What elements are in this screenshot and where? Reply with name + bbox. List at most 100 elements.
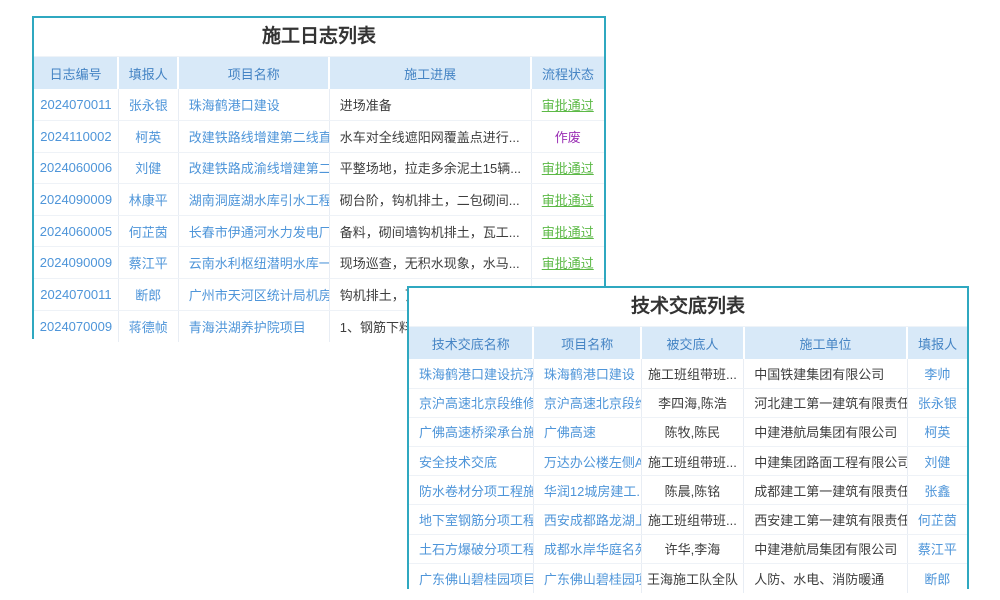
log-col-header-project: 项目名称 [178, 57, 329, 89]
disclosure-table-row[interactable]: 广佛高速桥梁承台施... 广佛高速 陈牧,陈民 中建港航局集团有限公司 柯英 [409, 417, 967, 446]
disclosure-reporter-cell[interactable]: 张永银 [907, 388, 967, 417]
log-reporter-cell[interactable]: 张永银 [118, 89, 178, 121]
log-table-row[interactable]: 2024070011 张永银 珠海鹤港口建设 进场准备 审批通过 [34, 89, 604, 121]
disclosure-project-link[interactable]: 成都水岸华庭名苑... [533, 534, 641, 563]
disclosure-header-row: 技术交底名称 项目名称 被交底人 施工单位 填报人 [409, 327, 967, 359]
disclosure-reporter-cell[interactable]: 李帅 [907, 359, 967, 388]
disclosure-unit-cell: 人防、水电、消防暖通 [744, 563, 907, 592]
disclosure-name-link[interactable]: 京沪高速北京段维修... [409, 388, 533, 417]
disclosure-table-row[interactable]: 地下室钢筋分项工程... 西安成都路龙湖上... 施工班组带班... 西安建工第… [409, 505, 967, 534]
technical-disclosure-panel: 技术交底列表 技术交底名称 项目名称 被交底人 施工单位 填报人 珠海鹤港口建设… [407, 286, 969, 589]
log-id-link[interactable]: 2024070011 [34, 279, 118, 311]
log-project-link[interactable]: 云南水利枢纽潜明水库一... [178, 247, 329, 279]
disclosure-reporter-cell[interactable]: 蔡江平 [907, 534, 967, 563]
disclosure-name-link[interactable]: 防水卷材分项工程施... [409, 476, 533, 505]
log-project-link[interactable]: 改建铁路成渝线增建第二... [178, 152, 329, 184]
disclosure-reporter-cell[interactable]: 柯英 [907, 417, 967, 446]
disclosure-reporter-cell[interactable]: 刘健 [907, 447, 967, 476]
disclosure-project-link[interactable]: 广佛高速 [533, 417, 641, 446]
log-reporter-cell[interactable]: 断郎 [118, 279, 178, 311]
disclosure-table-body: 珠海鹤港口建设抗浮... 珠海鹤港口建设 施工班组带班... 中国铁建集团有限公… [409, 359, 967, 593]
log-status-badge[interactable]: 审批通过 [531, 152, 604, 184]
log-status-badge[interactable]: 审批通过 [531, 215, 604, 247]
log-status-badge[interactable]: 审批通过 [531, 184, 604, 216]
disclosure-project-link[interactable]: 京沪高速北京段维修 [533, 388, 641, 417]
log-progress-cell: 备料，砌间墙钩机排土，瓦工... [329, 215, 531, 247]
disclosure-name-link[interactable]: 土石方爆破分项工程... [409, 534, 533, 563]
log-col-header-reporter: 填报人 [118, 57, 178, 89]
log-reporter-cell[interactable]: 柯英 [118, 121, 178, 153]
log-status-badge[interactable]: 审批通过 [531, 89, 604, 121]
disclosure-briefed-cell: 许华,李海 [641, 534, 744, 563]
log-project-link[interactable]: 长春市伊通河水力发电厂... [178, 215, 329, 247]
log-status-badge[interactable]: 审批通过 [531, 247, 604, 279]
disclosure-name-link[interactable]: 地下室钢筋分项工程... [409, 505, 533, 534]
disclosure-project-link[interactable]: 万达办公楼左侧A... [533, 447, 641, 476]
log-reporter-cell[interactable]: 何芷茵 [118, 215, 178, 247]
disclosure-col-header-reporter: 填报人 [907, 327, 967, 359]
log-id-link[interactable]: 2024090009 [34, 184, 118, 216]
disclosure-col-header-name: 技术交底名称 [409, 327, 533, 359]
disclosure-reporter-cell[interactable]: 张鑫 [907, 476, 967, 505]
disclosure-briefed-cell: 李四海,陈浩 [641, 388, 744, 417]
disclosure-name-link[interactable]: 安全技术交底 [409, 447, 533, 476]
log-id-link[interactable]: 2024070009 [34, 310, 118, 342]
log-project-link[interactable]: 青海洪湖养护院项目 [178, 310, 329, 342]
disclosure-table-row[interactable]: 土石方爆破分项工程... 成都水岸华庭名苑... 许华,李海 中建港航局集团有限… [409, 534, 967, 563]
log-id-link[interactable]: 2024070011 [34, 89, 118, 121]
disclosure-table-row[interactable]: 京沪高速北京段维修... 京沪高速北京段维修 李四海,陈浩 河北建工第一建筑有限… [409, 388, 967, 417]
log-header-row: 日志编号 填报人 项目名称 施工进展 流程状态 [34, 57, 604, 89]
disclosure-unit-cell: 河北建工第一建筑有限责任公司 [744, 388, 907, 417]
log-reporter-cell[interactable]: 刘健 [118, 152, 178, 184]
disclosure-unit-cell: 中国铁建集团有限公司 [744, 359, 907, 388]
disclosure-reporter-cell[interactable]: 何芷茵 [907, 505, 967, 534]
disclosure-unit-cell: 中建港航局集团有限公司 [744, 534, 907, 563]
disclosure-project-link[interactable]: 广东佛山碧桂园项目 [533, 563, 641, 592]
disclosure-unit-cell: 中建集团路面工程有限公司 [744, 447, 907, 476]
disclosure-table-row[interactable]: 广东佛山碧桂园项目... 广东佛山碧桂园项目 王海施工队全队 人防、水电、消防暖… [409, 563, 967, 592]
log-progress-cell: 进场准备 [329, 89, 531, 121]
technical-disclosure-title: 技术交底列表 [409, 288, 967, 327]
log-id-link[interactable]: 2024060005 [34, 215, 118, 247]
log-col-header-progress: 施工进展 [329, 57, 531, 89]
log-table-row[interactable]: 2024060006 刘健 改建铁路成渝线增建第二... 平整场地，拉走多余泥土… [34, 152, 604, 184]
log-table-row[interactable]: 2024110002 柯英 改建铁路线增建第二线直... 水车对全线遮阳网覆盖点… [34, 121, 604, 153]
technical-disclosure-table: 技术交底名称 项目名称 被交底人 施工单位 填报人 珠海鹤港口建设抗浮... 珠… [409, 327, 967, 593]
disclosure-name-link[interactable]: 珠海鹤港口建设抗浮... [409, 359, 533, 388]
log-id-link[interactable]: 2024090009 [34, 247, 118, 279]
disclosure-project-link[interactable]: 华润12城房建工... [533, 476, 641, 505]
disclosure-briefed-cell: 陈牧,陈民 [641, 417, 744, 446]
disclosure-unit-cell: 西安建工第一建筑有限责任公司 [744, 505, 907, 534]
disclosure-table-row[interactable]: 珠海鹤港口建设抗浮... 珠海鹤港口建设 施工班组带班... 中国铁建集团有限公… [409, 359, 967, 388]
disclosure-name-link[interactable]: 广东佛山碧桂园项目... [409, 563, 533, 592]
log-reporter-cell[interactable]: 林康平 [118, 184, 178, 216]
log-progress-cell: 平整场地，拉走多余泥土15辆... [329, 152, 531, 184]
disclosure-briefed-cell: 陈晨,陈铭 [641, 476, 744, 505]
log-table-row[interactable]: 2024090009 林康平 湖南洞庭湖水库引水工程... 砌台阶，钩机排土，二… [34, 184, 604, 216]
log-table-row[interactable]: 2024060005 何芷茵 长春市伊通河水力发电厂... 备料，砌间墙钩机排土… [34, 215, 604, 247]
disclosure-project-link[interactable]: 珠海鹤港口建设 [533, 359, 641, 388]
log-project-link[interactable]: 湖南洞庭湖水库引水工程... [178, 184, 329, 216]
log-project-link[interactable]: 珠海鹤港口建设 [178, 89, 329, 121]
disclosure-table-row[interactable]: 安全技术交底 万达办公楼左侧A... 施工班组带班... 中建集团路面工程有限公… [409, 447, 967, 476]
log-progress-cell: 砌台阶，钩机排土，二包砌间... [329, 184, 531, 216]
log-status-badge[interactable]: 作废 [531, 121, 604, 153]
disclosure-briefed-cell: 施工班组带班... [641, 505, 744, 534]
log-reporter-cell[interactable]: 蒋德帧 [118, 310, 178, 342]
disclosure-briefed-cell: 施工班组带班... [641, 447, 744, 476]
disclosure-briefed-cell: 王海施工队全队 [641, 563, 744, 592]
log-project-link[interactable]: 广州市天河区统计局机房... [178, 279, 329, 311]
log-project-link[interactable]: 改建铁路线增建第二线直... [178, 121, 329, 153]
disclosure-table-row[interactable]: 防水卷材分项工程施... 华润12城房建工... 陈晨,陈铭 成都建工第一建筑有… [409, 476, 967, 505]
disclosure-briefed-cell: 施工班组带班... [641, 359, 744, 388]
log-table-row[interactable]: 2024090009 蔡江平 云南水利枢纽潜明水库一... 现场巡查，无积水现象… [34, 247, 604, 279]
log-reporter-cell[interactable]: 蔡江平 [118, 247, 178, 279]
disclosure-name-link[interactable]: 广佛高速桥梁承台施... [409, 417, 533, 446]
log-id-link[interactable]: 2024110002 [34, 121, 118, 153]
disclosure-reporter-cell[interactable]: 断郎 [907, 563, 967, 592]
disclosure-col-header-unit: 施工单位 [744, 327, 907, 359]
disclosure-project-link[interactable]: 西安成都路龙湖上... [533, 505, 641, 534]
log-id-link[interactable]: 2024060006 [34, 152, 118, 184]
construction-log-title: 施工日志列表 [34, 18, 604, 57]
disclosure-unit-cell: 成都建工第一建筑有限责任公司 [744, 476, 907, 505]
